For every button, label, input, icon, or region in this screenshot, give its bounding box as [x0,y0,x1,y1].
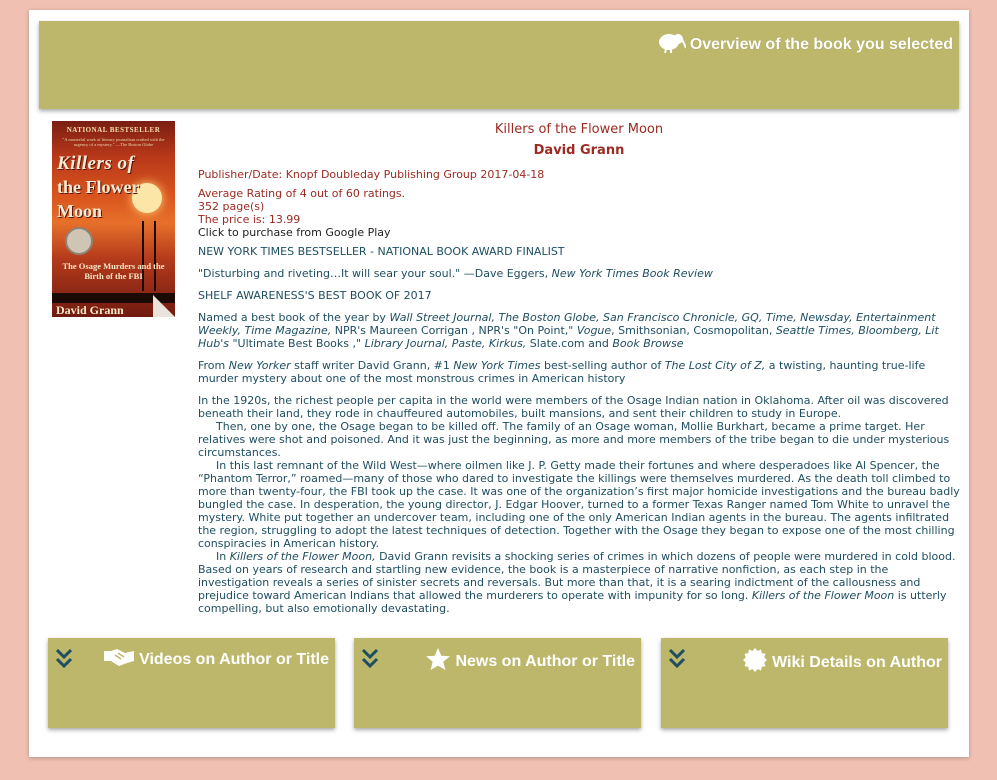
wiki-button[interactable]: Wiki Details on Author [661,638,948,728]
desc-from-new-yorker: From New Yorker staff writer David Grann… [198,359,926,385]
book-author: David Grann [533,143,625,158]
cover-blurb: "A masterful work of literary journalism… [62,137,165,147]
wiki-button-label: Wiki Details on Author [772,653,942,671]
cover-subtitle: The Osage Murders and the Birth of the F… [62,261,165,281]
book-details: Killers of the Flower Moon David Grann P… [198,121,960,615]
certificate-icon [742,647,768,678]
overview-header-label: Overview of the book you selected [689,35,953,53]
cover-author: David Grann [56,303,124,317]
desc-shelf-awareness: SHELF AWARENESS'S BEST BOOK OF 2017 [198,289,432,302]
main-card: Overview of the book you selected NATION… [29,10,969,757]
cover-title-line2: the Flower [57,177,140,197]
desc-bestseller-line: NEW YORK TIMES BESTSELLER - NATIONAL BOO… [198,245,565,258]
desc-synopsis-4: In Killers of the Flower Moon, David Gra… [198,550,956,615]
kiwi-bird-icon [656,31,687,58]
desc-synopsis-2: Then, one by one, the Osage began to be … [198,420,950,459]
book-title: Killers of the Flower Moon [494,122,664,137]
desc-quote: "Disturbing and riveting…It will sear yo… [198,267,713,280]
chevron-double-down-icon [55,648,73,673]
handshake-icon [103,647,135,672]
desc-best-of-year: Named a best book of the year by Wall St… [198,311,939,350]
publisher-date: Publisher/Date: Knopf Doubleday Publishi… [198,168,545,181]
desc-synopsis-3: In this last remnant of the Wild West—wh… [198,459,960,550]
cover-title-line3: Moon [57,201,102,221]
news-button-label: News on Author or Title [455,652,635,670]
videos-button-label: Videos on Author or Title [139,650,329,668]
videos-button[interactable]: Videos on Author or Title [48,638,335,728]
purchase-link[interactable]: Click to purchase from Google Play [198,226,960,239]
price: The price is: 13.99 [198,213,301,226]
star-icon [425,647,451,676]
award-seal-icon [65,227,93,255]
cover-title-line1: Killers of [57,153,135,174]
average-rating: Average Rating of 4 out of 60 ratings. [198,187,406,200]
chevron-double-down-icon [668,648,686,673]
page-curl-icon [153,295,175,317]
overview-header-title: Overview of the book you selected [656,31,953,58]
page-count: 352 page(s) [198,200,265,213]
overview-header-panel[interactable]: Overview of the book you selected [39,21,959,109]
desc-synopsis-1: In the 1920s, the richest people per cap… [198,394,949,420]
cover-badge: NATIONAL BESTSELLER [66,126,161,134]
chevron-double-down-icon [361,648,379,673]
news-button[interactable]: News on Author or Title [354,638,641,728]
book-cover-image: NATIONAL BESTSELLER "A masterful work of… [52,121,175,317]
